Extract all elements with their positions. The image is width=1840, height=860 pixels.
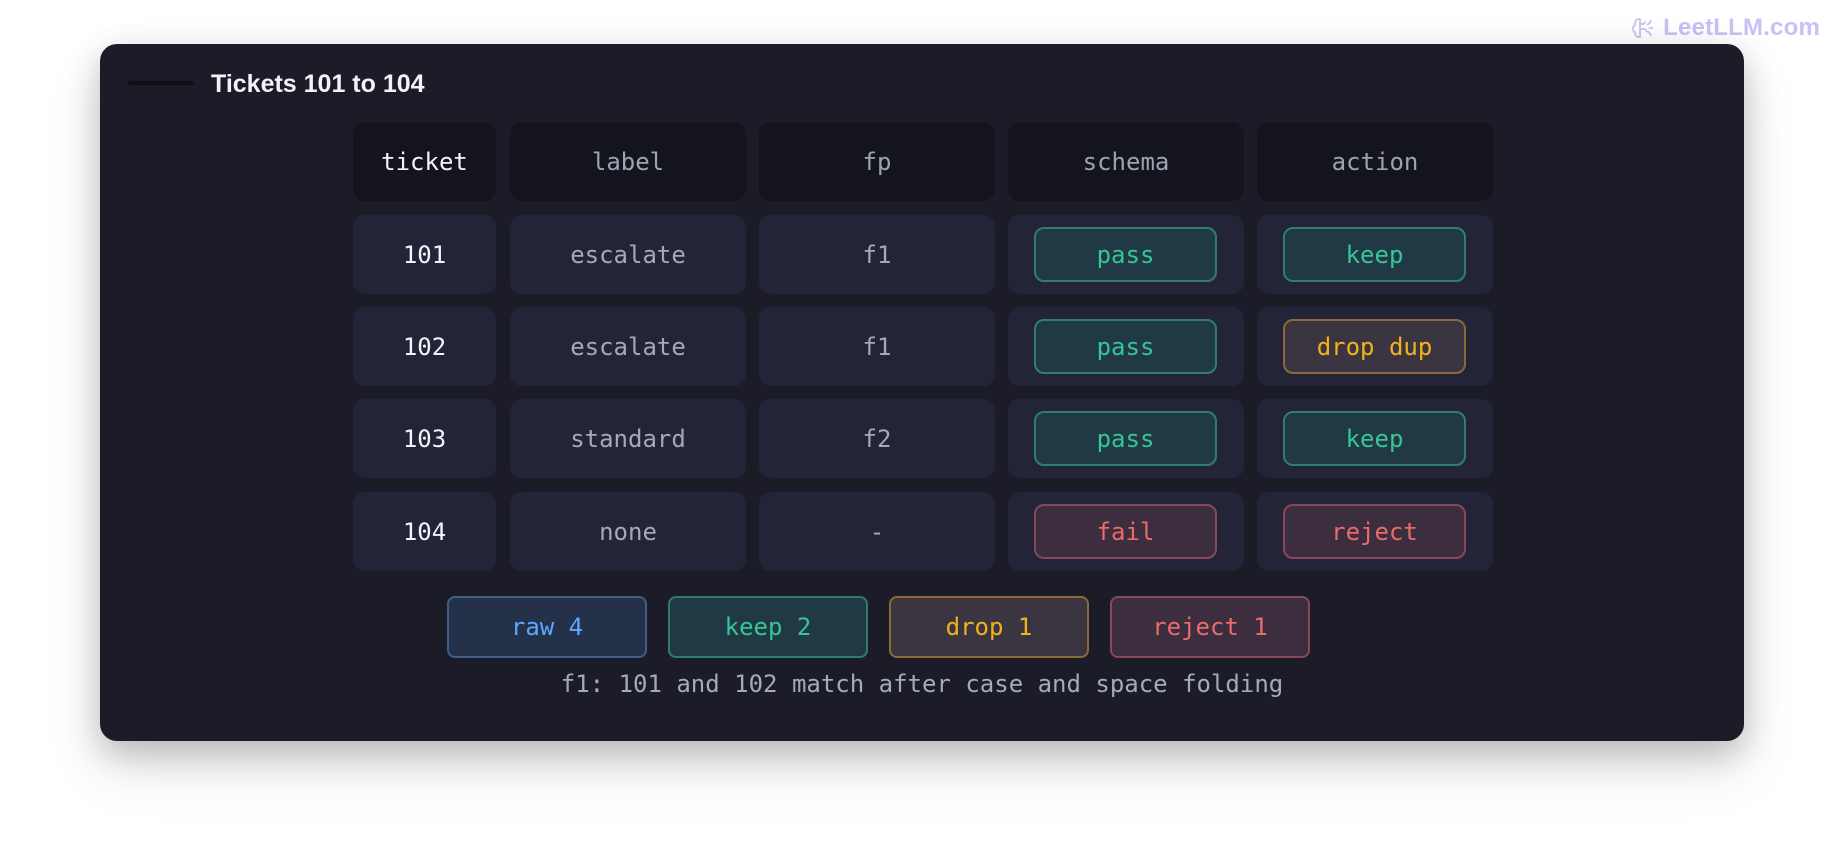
table-row-102-action-cell: drop dup	[1257, 307, 1493, 386]
table-row-104-label: none	[510, 492, 746, 571]
table-row-103-label: standard	[510, 399, 746, 478]
table-row-104-schema-cell: fail	[1008, 492, 1244, 571]
schema-status-badge: pass	[1034, 227, 1217, 282]
table-row-101-label: escalate	[510, 215, 746, 294]
table-row-103-action-cell: keep	[1257, 399, 1493, 478]
panel-accent-line	[128, 81, 194, 85]
column-header-label: label	[510, 122, 746, 201]
action-status-badge: drop dup	[1283, 319, 1466, 374]
table-row-101-ticket: 101	[353, 215, 496, 294]
brain-icon	[1631, 16, 1655, 40]
brand-watermark: LeetLLM.com	[1631, 14, 1820, 42]
action-status-badge: keep	[1283, 411, 1466, 466]
table-row-101-schema-cell: pass	[1008, 215, 1244, 294]
summary-reject-count: reject 1	[1110, 596, 1310, 658]
table-row-102-schema-cell: pass	[1008, 307, 1244, 386]
table-row-103-fp: f2	[759, 399, 995, 478]
table-row-103-ticket: 103	[353, 399, 496, 478]
table-row-103-schema-cell: pass	[1008, 399, 1244, 478]
column-header-action: action	[1257, 122, 1493, 201]
table-row-101-action-cell: keep	[1257, 215, 1493, 294]
column-header-schema: schema	[1008, 122, 1244, 201]
table-row-102-fp: f1	[759, 307, 995, 386]
schema-status-badge: pass	[1034, 319, 1217, 374]
table-row-104-fp: -	[759, 492, 995, 571]
action-status-badge: reject	[1283, 504, 1466, 559]
table-row-104-ticket: 104	[353, 492, 496, 571]
table-row-101-fp: f1	[759, 215, 995, 294]
footnote: f1: 101 and 102 match after case and spa…	[560, 670, 1284, 698]
summary-raw-count: raw 4	[447, 596, 647, 658]
column-header-ticket: ticket	[353, 122, 496, 201]
table-row-102-ticket: 102	[353, 307, 496, 386]
brand-text: LeetLLM.com	[1663, 14, 1820, 41]
action-status-badge: keep	[1283, 227, 1466, 282]
summary-keep-count: keep 2	[668, 596, 868, 658]
column-header-fp: fp	[759, 122, 995, 201]
schema-status-badge: fail	[1034, 504, 1217, 559]
table-row-104-action-cell: reject	[1257, 492, 1493, 571]
summary-drop-count: drop 1	[889, 596, 1089, 658]
table-row-102-label: escalate	[510, 307, 746, 386]
tickets-panel: Tickets 101 to 104 ticket label fp schem…	[100, 44, 1744, 741]
schema-status-badge: pass	[1034, 411, 1217, 466]
panel-title: Tickets 101 to 104	[211, 70, 425, 98]
